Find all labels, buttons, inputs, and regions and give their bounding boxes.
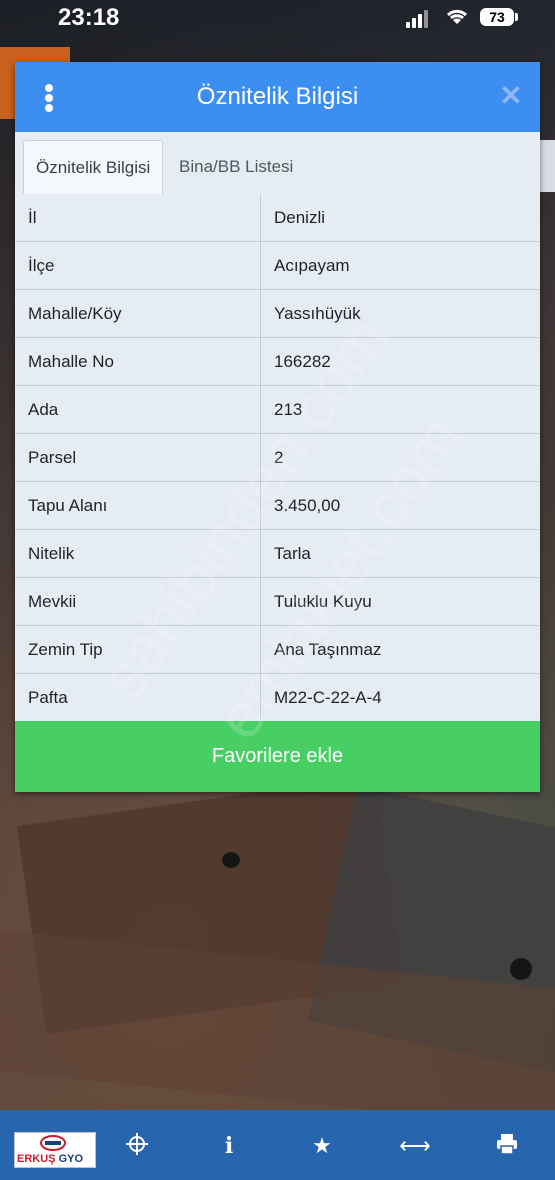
attribute-value: Acıpayam [274, 256, 350, 275]
attribute-value: 2 [274, 448, 284, 467]
table-row: Ada 213 [15, 386, 540, 434]
wifi-icon [444, 6, 470, 31]
attribute-value: M22-C-22-A-4 [274, 688, 382, 707]
table-row: Pafta M22-C-22-A-4 [15, 674, 540, 722]
attribute-key: Zemin Tip [15, 626, 261, 673]
tab-building-list[interactable]: Bina/BB Listesi [167, 140, 305, 194]
status-bar: 23:18 73 [0, 0, 555, 42]
status-time: 23:18 [58, 4, 120, 31]
info-icon[interactable]: i [213, 1132, 245, 1160]
table-row: Mahalle No 166282 [15, 338, 540, 386]
table-row: Mevkii Tuluklu Kuyu [15, 578, 540, 626]
attribute-key: Mahalle No [15, 338, 261, 385]
attribute-key: İlçe [15, 242, 261, 289]
attribute-value: Denizli [274, 208, 326, 227]
table-row: Nitelik Tarla [15, 530, 540, 578]
crosshair-icon[interactable] [121, 1132, 153, 1160]
attribute-value: Ana Taşınmaz [274, 640, 382, 659]
table-row: İlçe Acıpayam [15, 242, 540, 290]
attribute-table: İl Denizli İlçe Acıpayam Mahalle/Köy Yassıh… [15, 194, 540, 722]
dialog-title: Öznitelik Bilgisi [196, 83, 359, 110]
attribute-value: 213 [274, 400, 303, 419]
swap-icon[interactable]: ⟷ [399, 1132, 431, 1160]
attribute-key: Parsel [15, 434, 261, 481]
attribute-value: Yassıhüyük [274, 304, 361, 323]
side-panel-handle[interactable] [540, 140, 555, 192]
battery-tip [515, 13, 518, 21]
table-row: Tapu Alanı 3.450,00 [15, 482, 540, 530]
close-icon[interactable]: ✕ [499, 82, 523, 110]
attribute-key: Mahalle/Köy [15, 290, 261, 337]
add-to-favorites-button[interactable]: Favorilere ekle [15, 721, 540, 792]
star-icon[interactable]: ★ [306, 1132, 338, 1160]
map-tree [510, 958, 532, 980]
attribute-key: Nitelik [15, 530, 261, 577]
logo-text: ERKUŞ GYO [17, 1153, 84, 1165]
cellular-signal-icon [406, 10, 430, 28]
attribute-value: Tuluklu Kuyu [274, 592, 372, 611]
attribute-value: Tarla [274, 544, 311, 563]
attribute-value: 3.450,00 [274, 496, 341, 515]
attribute-key: Mevkii [15, 578, 261, 625]
bottom-toolbar: ERKUŞ GYO i ★ ⟷ [0, 1110, 555, 1180]
print-icon[interactable] [491, 1132, 523, 1160]
company-logo: ERKUŞ GYO [14, 1132, 96, 1168]
table-row: Parsel 2 [15, 434, 540, 482]
table-row: İl Denizli [15, 194, 540, 242]
attribute-key: Pafta [15, 674, 261, 721]
attribute-info-dialog: Öznitelik Bilgisi ✕ Öznitelik Bilgisi Bi… [15, 62, 540, 792]
battery-icon: 73 [480, 8, 514, 26]
attribute-key: İl [15, 194, 261, 241]
tab-bar: Öznitelik Bilgisi Bina/BB Listesi [15, 132, 540, 195]
attribute-key: Ada [15, 386, 261, 433]
table-row: Mahalle/Köy Yassıhüyük [15, 290, 540, 338]
attribute-key: Tapu Alanı [15, 482, 261, 529]
dialog-header: Öznitelik Bilgisi ✕ [15, 62, 540, 132]
map-tree [222, 852, 240, 868]
tab-attribute-info[interactable]: Öznitelik Bilgisi [23, 140, 164, 195]
attribute-value: 166282 [274, 352, 331, 371]
table-row: Zemin Tip Ana Taşınmaz [15, 626, 540, 674]
